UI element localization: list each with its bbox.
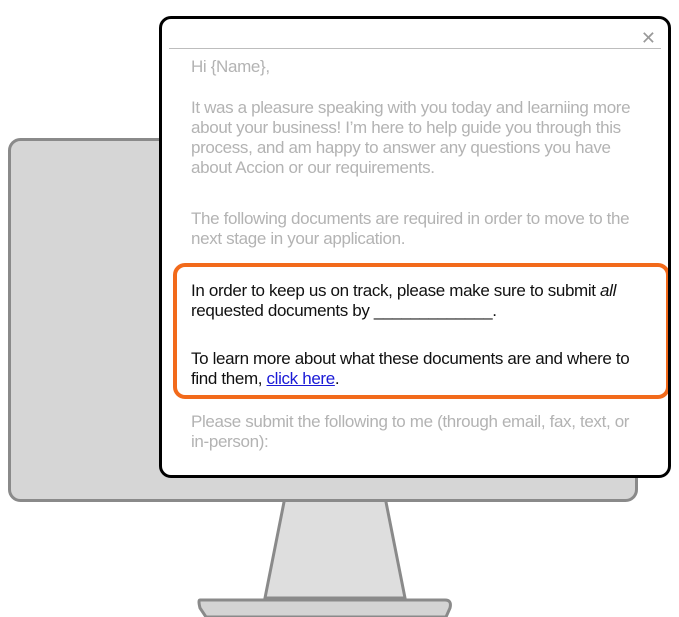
monitor-stand-base [197, 598, 452, 617]
close-icon[interactable]: ✕ [641, 29, 656, 47]
header-divider [169, 48, 661, 49]
deadline-notice: In order to keep us on track, please mak… [191, 281, 651, 321]
learn-more-period: . [334, 369, 340, 388]
monitor-stand-neck [263, 495, 407, 600]
email-paragraph-submit: Please submit the following to me (throu… [191, 412, 630, 451]
deadline-emphasis: all [600, 281, 617, 300]
learn-more-text: To learn more about what these documents… [191, 349, 630, 388]
learn-more-notice: To learn more about what these documents… [191, 349, 651, 389]
email-paragraph-intro: It was a pleasure speaking with you toda… [191, 98, 631, 177]
email-popup: ✕ Hi {Name}, It was a pleasure speaking … [159, 16, 671, 478]
deadline-text-start: In order to keep us on track, please mak… [191, 281, 601, 300]
deadline-text-end: requested documents by _____________. [191, 301, 497, 320]
email-paragraph-documents: The following documents are required in … [191, 209, 630, 248]
click-here-link[interactable]: click here [267, 369, 336, 388]
email-greeting: Hi {Name}, [191, 57, 270, 76]
